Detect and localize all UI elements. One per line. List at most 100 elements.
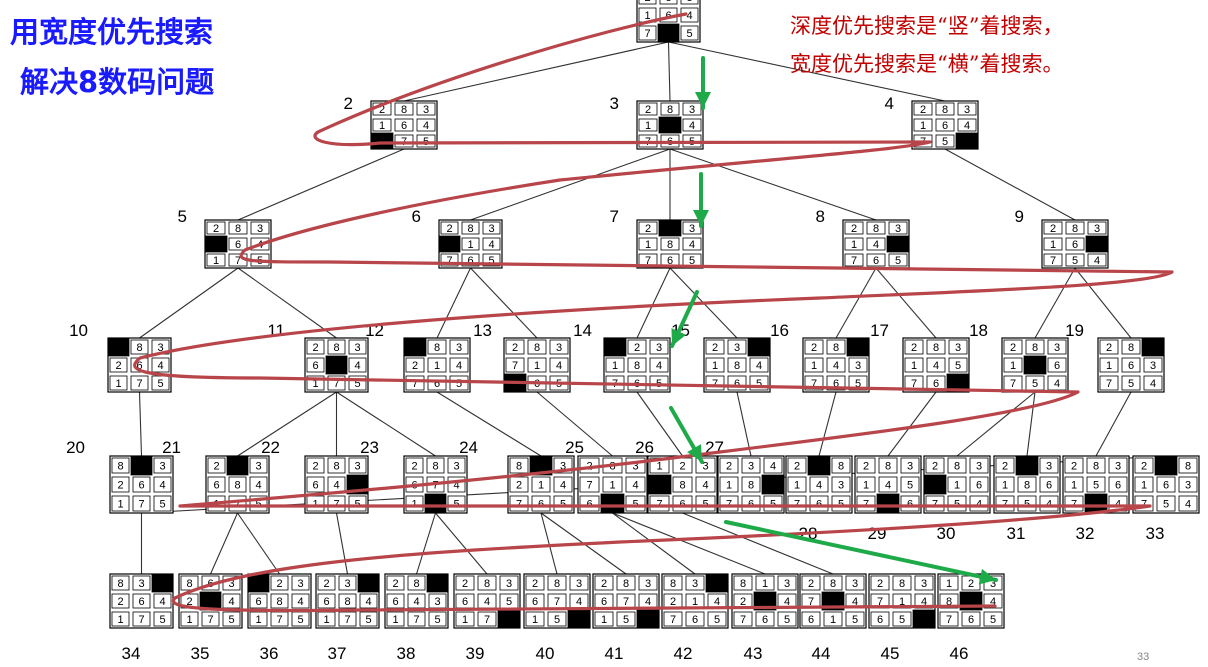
blank-tile: [567, 609, 591, 629]
tile-number: 6: [1115, 480, 1121, 492]
board-node: 2 8 37 1 46 5: [868, 573, 936, 629]
tile-number: 3: [907, 461, 913, 473]
tile-number: 3: [976, 461, 982, 473]
blank-tile: [876, 493, 900, 514]
board-node: 8 32 6 41 7 5: [109, 455, 174, 514]
tile-number: 8: [1024, 480, 1030, 492]
tile-number: 1: [1002, 480, 1008, 492]
board-node: 2 8 3 1 4 7 6 5: [842, 219, 910, 269]
tile-number: 4: [816, 480, 822, 492]
tile-number: 6: [235, 239, 241, 251]
tile-number: 8: [679, 480, 685, 492]
blank-tile: [370, 132, 394, 150]
tile-number: 4: [873, 239, 879, 251]
tile-number: 8: [516, 461, 522, 473]
tile-number: 8: [434, 342, 440, 354]
tile-number: 1: [946, 578, 952, 590]
tile-number: 2: [601, 578, 607, 590]
tile-number: 2: [679, 461, 685, 473]
node-number-label: 33: [1146, 524, 1165, 543]
blank-tile: [886, 235, 910, 253]
tile-number: 2: [516, 480, 522, 492]
tile-number: 3: [656, 342, 662, 354]
tile-number: 2: [312, 342, 318, 354]
tile-number: 6: [601, 596, 607, 608]
tree-edge: [209, 512, 239, 575]
tree-edge: [436, 391, 542, 457]
tile-number: 2: [411, 461, 417, 473]
node-number-label: 37: [328, 644, 347, 663]
tile-number: 4: [228, 596, 234, 608]
tile-number: 7: [413, 614, 419, 626]
tile-number: 4: [484, 596, 490, 608]
blank-tile: [657, 23, 680, 43]
tile-number: 2: [911, 342, 917, 354]
tile-number: 3: [456, 342, 462, 354]
tile-number: 7: [644, 28, 650, 40]
blank-tile: [424, 493, 447, 514]
tile-number: 6: [873, 255, 879, 267]
tile-number: 3: [955, 342, 961, 354]
tile-number: 8: [838, 461, 844, 473]
tile-number: 1: [645, 239, 651, 251]
tile-number: 1: [255, 614, 261, 626]
tile-number: 8: [432, 461, 438, 473]
tile-number: 8: [734, 360, 740, 372]
tile-number: 6: [312, 480, 318, 492]
tile-number: 1: [1010, 360, 1016, 372]
node-number-label: 36: [260, 644, 279, 663]
tile-number: 4: [1054, 378, 1060, 390]
board-node: 8 32 6 41 7 5: [107, 337, 172, 393]
note-line-1: 深度优先搜索是“竖”着搜索，: [790, 14, 1063, 38]
tile-number: 4: [560, 480, 566, 492]
tree-edge: [736, 391, 752, 457]
tile-number: 1: [830, 614, 836, 626]
blank-tile: [955, 132, 979, 150]
tile-number: 6: [942, 120, 948, 132]
tile-number: 4: [933, 360, 939, 372]
tile-number: 8: [333, 461, 339, 473]
tile-number: 3: [423, 104, 429, 116]
tree-edge: [818, 391, 837, 457]
tile-number: 1: [538, 480, 544, 492]
tile-number: 2: [1010, 342, 1016, 354]
page-number: 33: [1137, 651, 1149, 663]
tile-number: 1: [712, 360, 718, 372]
tile-number: 5: [365, 614, 371, 626]
tile-number: 6: [312, 360, 318, 372]
tree-edge: [1095, 391, 1132, 457]
blank-tile: [107, 337, 130, 357]
tile-number: 8: [1072, 223, 1078, 235]
tile-number: 2: [117, 480, 123, 492]
tile-number: 2: [213, 461, 219, 473]
tree-edge: [139, 267, 239, 339]
tile-number: 2: [851, 223, 857, 235]
tile-number: 8: [667, 239, 673, 251]
tile-number: 8: [1032, 342, 1038, 354]
board-node: 2 3 6 8 4 1 7 5: [315, 573, 380, 629]
tile-number: 4: [1185, 499, 1191, 511]
tile-number: 6: [1054, 360, 1060, 372]
tile-number: 6: [255, 596, 261, 608]
tile-number: 8: [1093, 461, 1099, 473]
blank-tile: [426, 573, 449, 593]
tile-number: 2: [462, 578, 468, 590]
tile-number: 7: [554, 596, 560, 608]
node-number-label: 41: [605, 644, 624, 663]
tile-number: 3: [354, 461, 360, 473]
tile-number: 6: [1163, 480, 1169, 492]
tile-number: 8: [634, 360, 640, 372]
tile-number: 7: [207, 614, 213, 626]
tile-number: 4: [576, 596, 582, 608]
tile-number: 8: [899, 578, 905, 590]
tree-edge: [470, 148, 671, 221]
board-node: 2 31 8 47 6 5: [636, 219, 704, 269]
tile-number: 4: [885, 480, 891, 492]
tile-number: 8: [830, 578, 836, 590]
node-number-label: 8: [816, 207, 825, 226]
tile-number: 3: [686, 0, 692, 4]
tile-number: 6: [968, 614, 974, 626]
node-number-label: 18: [969, 321, 988, 340]
tile-number: 7: [851, 255, 857, 267]
blank-tile: [658, 116, 682, 134]
